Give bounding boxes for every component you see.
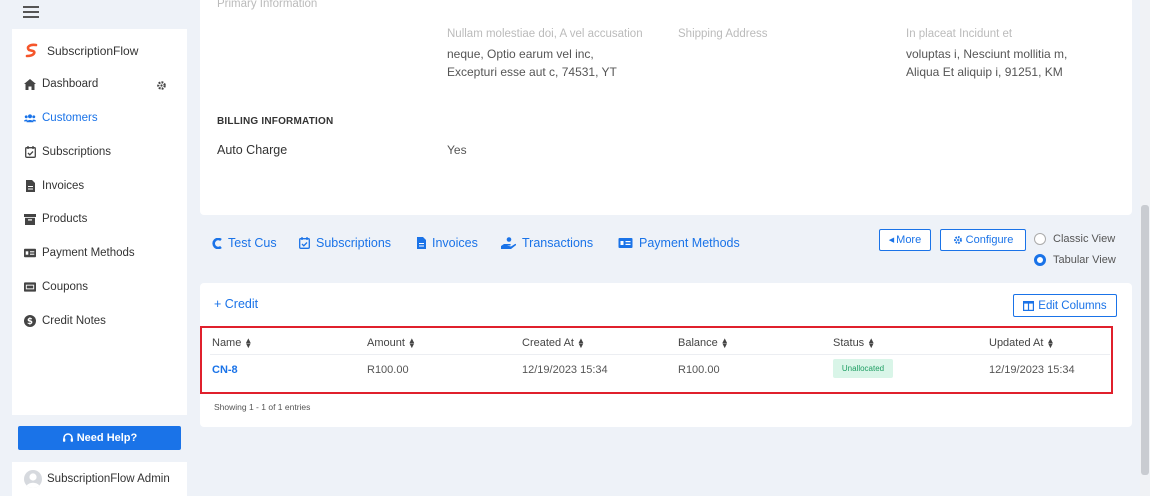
tab-label: Transactions [522, 236, 594, 250]
calendar-check-icon [24, 146, 36, 158]
need-help-button[interactable]: Need Help? [18, 426, 181, 450]
primary-info-heading: Primary Information [217, 0, 318, 10]
auto-charge-label: Auto Charge [217, 143, 288, 157]
c-logo-icon [212, 237, 222, 249]
tabular-view-option[interactable]: Tabular View [1034, 254, 1116, 266]
home-icon [24, 78, 36, 90]
sidebar-item-label: Invoices [42, 180, 85, 192]
classic-view-label: Classic View [1053, 233, 1116, 245]
faded-address-right: In placeat Incidunt et [906, 28, 1013, 40]
archive-icon [24, 213, 36, 225]
headset-icon [62, 433, 73, 442]
svg-text:$: $ [27, 317, 33, 327]
hamburger-menu-icon[interactable] [23, 6, 39, 18]
file-invoice-icon [417, 237, 426, 249]
highlight-box [200, 326, 1113, 394]
tab-payment-methods[interactable]: Payment Methods [618, 236, 740, 250]
subscriptionflow-logo-icon [24, 43, 39, 58]
address-line: neque, Optio earum vel inc, [447, 47, 594, 61]
admin-name: SubscriptionFlow Admin [47, 473, 170, 485]
sidebar-item-label: Payment Methods [42, 247, 135, 259]
sidebar-item-customers[interactable]: Customers [24, 112, 174, 124]
classic-view-option[interactable]: Classic View [1034, 233, 1115, 245]
gear-icon [953, 236, 962, 244]
ticket-icon [24, 281, 36, 293]
address-line: Excepturi esse aut c, 74531, YT [447, 65, 617, 79]
billing-address: neque, Optio earum vel inc, Excepturi es… [447, 45, 617, 81]
tab-label: Payment Methods [639, 236, 740, 250]
billing-information-heading: BILLING INFORMATION [217, 116, 334, 127]
address-line: Aliqua Et aliquip i, 91251, KM [906, 65, 1063, 79]
sidebar-item-label: Customers [42, 112, 98, 124]
shipping-address: voluptas i, Nesciunt mollitia m, Aliqua … [906, 45, 1067, 81]
sidebar-item-label: Products [42, 213, 88, 225]
tabular-view-label: Tabular View [1053, 254, 1116, 266]
tab-transactions[interactable]: Transactions [501, 236, 593, 250]
hand-holding-icon [501, 237, 516, 249]
tab-label: Test Cus [228, 236, 277, 250]
dollar-circle-icon: $ [24, 315, 36, 327]
brand-name: SubscriptionFlow [47, 43, 139, 58]
avatar [24, 470, 42, 488]
scrollbar-thumb[interactable] [1141, 205, 1149, 475]
brand[interactable]: SubscriptionFlow [24, 43, 138, 58]
configure-label: Configure [965, 234, 1014, 246]
more-button[interactable]: ◀ More [879, 229, 931, 251]
table-columns-icon [1023, 300, 1035, 311]
money-check-icon [618, 238, 633, 248]
admin-area: SubscriptionFlow Admin [12, 462, 187, 496]
add-credit-link[interactable]: + Credit [214, 297, 258, 311]
sidebar: SubscriptionFlow Dashboard Customers Sub… [0, 0, 187, 496]
edit-columns-button[interactable]: Edit Columns [1013, 294, 1117, 317]
tabular-view-radio[interactable] [1034, 254, 1046, 266]
calendar-check-icon [299, 237, 310, 249]
tab-subscriptions[interactable]: Subscriptions [299, 236, 391, 250]
tab-label: Invoices [432, 236, 478, 250]
customer-details-card: Primary Information Nullam molestiae doi… [200, 0, 1132, 215]
sidebar-item-label: Subscriptions [42, 146, 112, 158]
tab-label: Subscriptions [316, 236, 392, 250]
sidebar-item-payment-methods[interactable]: Payment Methods [24, 247, 174, 259]
sidebar-item-coupons[interactable]: Coupons [24, 281, 174, 293]
sidebar-item-label: Coupons [42, 281, 89, 293]
sidebar-item-label: Dashboard [42, 78, 99, 90]
users-icon [24, 112, 36, 124]
chevron-left-icon: ◀ [888, 237, 895, 244]
sidebar-item-invoices[interactable]: Invoices [24, 180, 174, 192]
more-label: More [896, 234, 922, 246]
address-line: voluptas i, Nesciunt mollitia m, [906, 47, 1068, 61]
money-check-icon [24, 247, 36, 259]
gear-icon[interactable] [156, 78, 167, 90]
pagination-info: Showing 1 - 1 of 1 entries [214, 402, 311, 412]
sidebar-item-label: Credit Notes [42, 315, 106, 327]
sidebar-item-dashboard[interactable]: Dashboard [24, 78, 174, 90]
classic-view-radio[interactable] [1034, 233, 1046, 245]
sidebar-item-subscriptions[interactable]: Subscriptions [24, 146, 174, 158]
sidebar-panel: SubscriptionFlow Dashboard Customers Sub… [12, 29, 187, 415]
faded-address-left: Nullam molestiae doi, A vel accusation [447, 28, 643, 40]
auto-charge-value: Yes [447, 143, 467, 157]
tab-test-cus[interactable]: Test Cus [212, 236, 277, 250]
file-invoice-icon [24, 180, 36, 192]
admin-profile[interactable]: SubscriptionFlow Admin [24, 470, 170, 488]
need-help-label: Need Help? [76, 432, 138, 444]
sidebar-item-credit-notes[interactable]: $ Credit Notes [24, 315, 174, 327]
edit-columns-label: Edit Columns [1038, 299, 1107, 312]
shipping-address-label: Shipping Address [678, 28, 768, 40]
tab-invoices[interactable]: Invoices [417, 236, 478, 250]
configure-button[interactable]: Configure [940, 229, 1026, 251]
sidebar-item-products[interactable]: Products [24, 213, 174, 225]
